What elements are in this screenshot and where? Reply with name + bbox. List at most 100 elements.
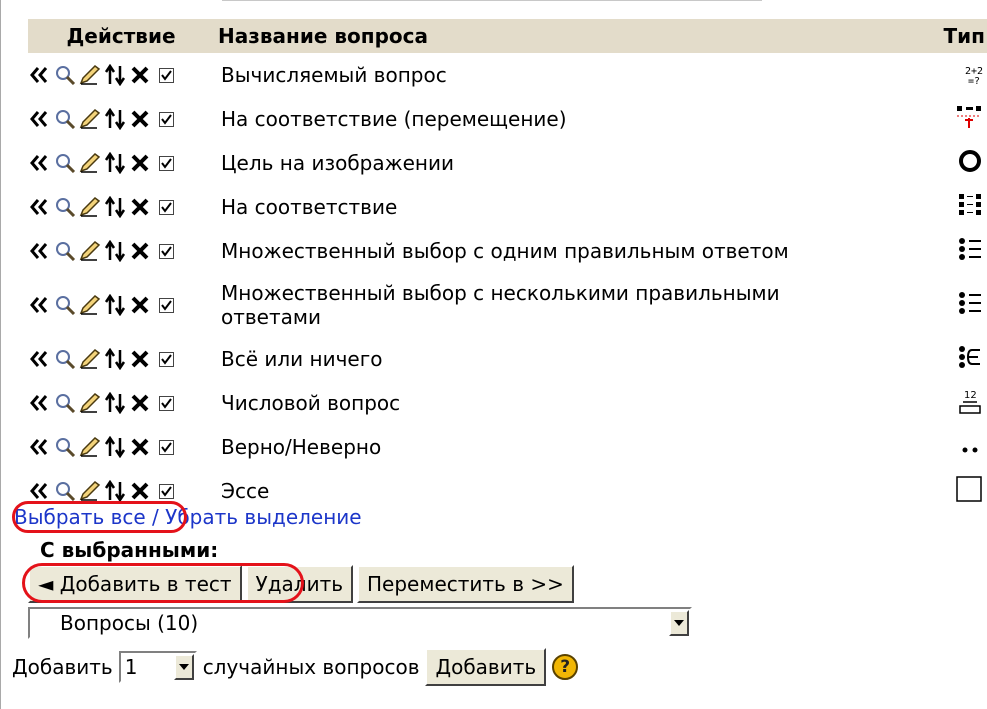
question-name: Эссе [221,479,270,503]
edit-icon[interactable] [78,293,101,317]
numerical-type-icon: 12 [957,390,983,416]
row-checkbox[interactable] [159,155,174,171]
move-to-quiz-icon[interactable] [28,151,51,175]
move-to-quiz-icon[interactable] [28,293,51,317]
preview-icon[interactable] [53,151,76,175]
edit-icon[interactable] [78,239,101,263]
table-row: На соответствие [28,185,987,229]
delete-icon[interactable] [128,151,151,175]
table-row: Вычисляемый вопрос 2+2 =? [28,53,987,97]
question-name-cell: Множественный выбор с несколькими правил… [214,273,940,337]
edit-icon[interactable] [78,347,101,371]
row-checkbox[interactable] [159,67,174,83]
move-icon[interactable] [103,63,126,87]
move-icon[interactable] [103,479,126,503]
row-checkbox[interactable] [159,483,174,499]
move-icon[interactable] [103,151,126,175]
with-selected-label: С выбранными: [40,538,219,562]
delete-icon[interactable] [128,479,151,503]
delete-icon[interactable] [128,195,151,219]
question-name-cell: На соответствие [214,185,940,229]
preview-icon[interactable] [53,239,76,263]
row-actions [28,97,214,141]
delete-icon[interactable] [128,347,151,371]
preview-icon[interactable] [53,435,76,459]
edit-icon[interactable] [78,479,101,503]
question-name: Всё или ничего [221,347,383,371]
row-checkbox[interactable] [159,297,174,313]
preview-icon[interactable] [53,347,76,371]
table-row: Множественный выбор с одним правильным о… [28,229,987,273]
row-checkbox[interactable] [159,243,174,259]
header-question-name[interactable]: Название вопроса [214,19,940,53]
move-icon[interactable] [103,239,126,263]
table-row: На соответствие (перемещение) [28,97,987,141]
edit-icon[interactable] [78,151,101,175]
delete-icon[interactable] [128,63,151,87]
table-row: Цель на изображении [28,141,987,185]
question-type-cell [940,185,987,229]
row-checkbox[interactable] [159,111,174,127]
move-icon[interactable] [103,391,126,415]
question-name: На соответствие [221,195,398,219]
move-icon[interactable] [103,347,126,371]
add-random-button[interactable]: Добавить [425,648,547,686]
move-to-quiz-icon[interactable] [28,63,51,87]
edit-icon[interactable] [78,391,101,415]
move-to-quiz-icon[interactable] [28,107,51,131]
move-icon[interactable] [103,195,126,219]
delete-icon[interactable] [128,107,151,131]
highlight-circle-add-to-quiz [22,563,304,603]
matching-type-icon [957,192,983,223]
delete-icon[interactable] [128,435,151,459]
question-name-cell: На соответствие (перемещение) [214,97,940,141]
edit-icon[interactable] [78,435,101,459]
question-type-cell [940,141,987,185]
image-target-type-icon [957,148,983,179]
row-checkbox[interactable] [159,395,174,411]
move-to-quiz-icon[interactable] [28,435,51,459]
preview-icon[interactable] [53,63,76,87]
row-checkbox[interactable] [159,199,174,215]
random-count-select[interactable]: 1 [118,651,197,683]
move-to-quiz-icon[interactable] [28,391,51,415]
move-icon[interactable] [103,107,126,131]
preview-icon[interactable] [53,195,76,219]
move-to-quiz-icon[interactable] [28,347,51,371]
row-actions [28,425,214,469]
add-random-suffix: случайных вопросов [202,655,420,679]
delete-icon[interactable] [128,391,151,415]
move-icon[interactable] [103,293,126,317]
edit-icon[interactable] [78,107,101,131]
move-to-quiz-icon[interactable] [28,239,51,263]
edit-icon[interactable] [78,63,101,87]
help-icon[interactable]: ? [552,654,579,680]
deselect-all-link[interactable]: Убрать выделение [165,505,361,529]
delete-icon[interactable] [128,293,151,317]
chevron-down-icon[interactable] [173,654,194,680]
preview-icon[interactable] [53,391,76,415]
truefalse-type-icon [957,436,983,460]
move-to-quiz-icon[interactable] [28,195,51,219]
multichoice-single-type-icon [957,236,983,267]
header-type[interactable]: Тип [939,19,987,53]
row-actions [28,273,214,337]
question-type-cell [940,337,987,381]
delete-icon[interactable] [128,239,151,263]
preview-icon[interactable] [53,107,76,131]
move-icon[interactable] [103,435,126,459]
move-to-button[interactable]: Переместить в >> [357,565,574,603]
question-name-cell: Всё или ничего [214,337,940,381]
question-type-cell [940,425,987,469]
type-icon-numeric: 12 [957,390,983,416]
move-to-quiz-icon[interactable] [28,479,51,503]
row-checkbox[interactable] [159,351,174,367]
preview-icon[interactable] [53,293,76,317]
category-select[interactable]: Вопросы (10) [28,607,692,639]
row-checkbox[interactable] [159,439,174,455]
chevron-down-icon[interactable] [669,610,689,636]
preview-icon[interactable] [53,479,76,503]
edit-icon[interactable] [78,195,101,219]
question-name: Вычисляемый вопрос [221,63,447,87]
row-actions [28,185,214,229]
